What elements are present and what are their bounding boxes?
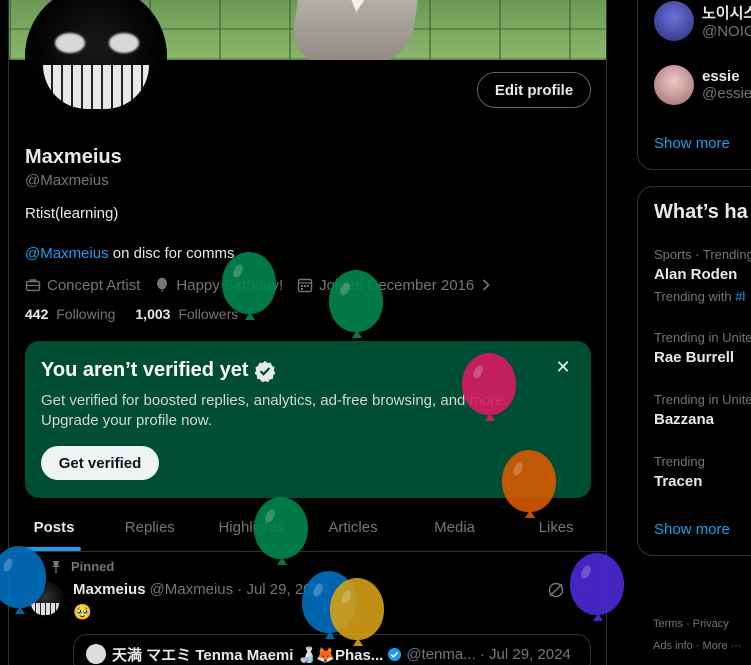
verified-badge-icon — [255, 360, 276, 382]
trend-context: Sports · Trending — [654, 247, 751, 262]
footer-ads-link[interactable]: Ads info — [653, 640, 693, 652]
quoted-post-meta: @tenma... · Jul 29, 2024 — [406, 645, 571, 663]
suggested-user[interactable]: essie @essie — [654, 65, 751, 105]
trends-title: What’s ha — [654, 201, 748, 223]
balloon-icon — [157, 277, 168, 292]
profession-item: Concept Artist — [25, 277, 140, 294]
birthday-balloon — [329, 270, 383, 338]
verify-title: You aren’t verified yet — [41, 359, 276, 382]
pinned-label: Pinned — [49, 559, 114, 574]
user-avatar — [654, 65, 694, 105]
following-link[interactable]: 442 Following — [25, 306, 115, 322]
user-name: essie — [702, 68, 740, 85]
tab-label: Likes — [538, 519, 574, 536]
profile-column: Edit profile Maxmeius @Maxmeius Rtist(le… — [8, 0, 607, 665]
profile-avatar[interactable] — [25, 0, 167, 127]
quoted-author-name: 天満 マエミ Tenma Maemi 🍶🦊Phas... — [112, 646, 384, 664]
trend-with-label: Trending with — [654, 289, 732, 304]
tab-label: Media — [434, 519, 475, 536]
trend-item[interactable]: Sports · Trending Alan Roden Trending wi… — [654, 247, 751, 304]
quoted-author-avatar — [86, 644, 106, 664]
trend-item[interactable]: Trending in Unite Rae Burrell — [654, 330, 751, 366]
trend-name: Tracen — [654, 473, 703, 490]
show-more-link[interactable]: Show more — [654, 135, 730, 152]
birthday-balloon — [502, 450, 556, 518]
tab-label: Posts — [33, 519, 75, 536]
profile-handle: @Maxmeius — [25, 172, 109, 189]
followers-count: 1,003 — [135, 306, 171, 322]
user-avatar — [654, 1, 694, 41]
footer-more-link[interactable]: More ··· — [703, 640, 742, 652]
trend-item[interactable]: Trending Tracen — [654, 454, 705, 490]
trend-context: Trending in Unite — [654, 330, 751, 345]
display-name: Maxmeius — [25, 146, 122, 168]
profile-tabs: Posts Replies Highlights Articles Media … — [9, 504, 606, 552]
right-sidebar: 노이시스 @NOIC essie @essie Show more What’s… — [637, 0, 751, 665]
birthday-balloon — [254, 497, 308, 565]
trend-name: Alan Roden — [654, 266, 738, 283]
tab-articles[interactable]: Articles — [302, 504, 404, 551]
trend-name: Rae Burrell — [654, 349, 735, 366]
tab-label: Replies — [124, 519, 175, 536]
user-handle: @essie — [702, 85, 751, 102]
get-verified-button[interactable]: Get verified — [41, 446, 159, 480]
tab-media[interactable]: Media — [404, 504, 506, 551]
sidebar-footer: Terms · Privacy Ads info · More ··· — [653, 618, 742, 652]
trend-name: Bazzana — [654, 411, 715, 428]
trend-context: Trending in Unite — [654, 392, 751, 407]
edit-profile-button[interactable]: Edit profile — [477, 72, 591, 108]
post-header: Maxmeius @Maxmeius · Jul 29, 2024 — [73, 581, 328, 598]
following-label: Following — [56, 306, 116, 322]
verify-title-text: You aren’t verified yet — [41, 359, 249, 381]
bio-text: Rtist(learning) — [25, 205, 119, 222]
pinned-text: Pinned — [71, 559, 115, 574]
post-text: 🥹 — [73, 604, 92, 621]
trend-with: Trending with #l — [654, 289, 751, 304]
follow-stats: 442 Following 1,003 Followers — [25, 306, 258, 322]
trend-item[interactable]: Trending in Unite Bazzana — [654, 392, 751, 428]
bio-mention-link[interactable]: @Maxmeius — [25, 245, 109, 262]
user-handle: @NOIC — [702, 23, 751, 40]
birthday-balloon — [330, 578, 384, 646]
followers-label: Followers — [178, 306, 239, 322]
footer-terms-link[interactable]: Terms — [653, 618, 683, 630]
suggested-user[interactable]: 노이시스 @NOIC — [654, 1, 751, 41]
profession-label: Concept Artist — [47, 276, 141, 294]
post-author-name[interactable]: Maxmeius — [73, 581, 146, 598]
trends-card: What’s ha Sports · Trending Alan Roden T… — [637, 186, 751, 556]
following-count: 442 — [25, 306, 49, 322]
joined-item: Joined December 2016 — [297, 277, 494, 294]
briefcase-icon — [25, 279, 41, 292]
pin-icon — [52, 560, 60, 573]
calendar-icon — [297, 278, 313, 293]
bio-line: @Maxmeius on disc for comms — [25, 245, 234, 262]
tab-label: Articles — [328, 519, 378, 536]
who-to-follow-card: 노이시스 @NOIC essie @essie Show more — [637, 0, 751, 170]
birthday-balloon — [570, 553, 624, 621]
birthday-balloon — [462, 353, 516, 421]
chevron-right-icon[interactable] — [478, 277, 494, 293]
post-meta: @Maxmeius · Jul 29, 2024 — [149, 581, 329, 598]
trend-with-tag[interactable]: #l — [735, 289, 745, 304]
bio-rest: on disc for comms — [112, 245, 235, 262]
verified-badge-icon — [388, 647, 402, 661]
close-icon[interactable]: ✕ — [551, 355, 575, 379]
footer-privacy-link[interactable]: Privacy — [693, 618, 729, 630]
birthday-balloon — [222, 252, 276, 320]
user-name: 노이시스 — [702, 5, 751, 22]
tab-posts[interactable]: Posts — [9, 504, 99, 551]
show-more-link[interactable]: Show more — [654, 521, 730, 538]
grok-icon[interactable] — [547, 581, 565, 599]
followers-link[interactable]: 1,003 Followers — [135, 306, 238, 322]
tab-replies[interactable]: Replies — [99, 504, 201, 551]
trend-context: Trending — [654, 454, 705, 469]
